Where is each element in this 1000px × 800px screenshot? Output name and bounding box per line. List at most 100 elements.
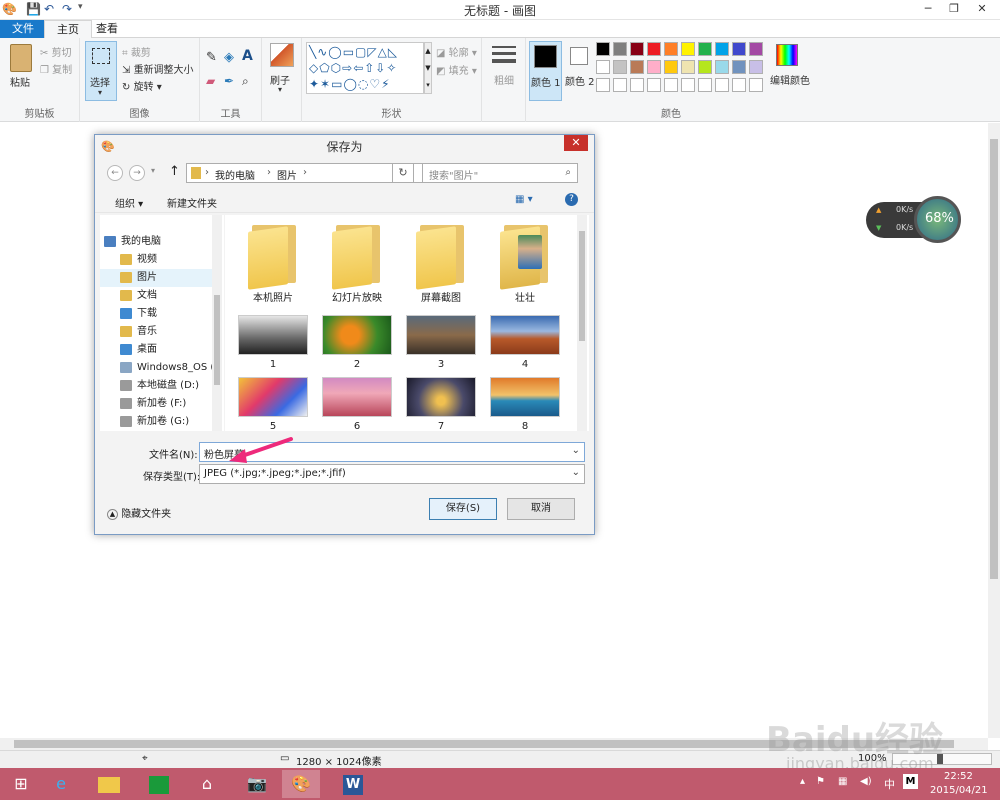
search-input[interactable]: 搜索"图片" ⌕ [422, 163, 578, 183]
cut-button[interactable]: ✂ 剪切 [40, 44, 72, 59]
empty-color-swatch[interactable] [681, 78, 695, 92]
nav-my-computer[interactable]: 我的电脑 [104, 233, 216, 251]
file-explorer-icon[interactable] [90, 770, 128, 798]
empty-color-swatch[interactable] [647, 78, 661, 92]
color1-button[interactable]: 颜色 1 [529, 41, 562, 101]
folder-item[interactable]: 本机照片 [237, 219, 309, 304]
cancel-button[interactable]: 取消 [507, 498, 575, 520]
organize-button[interactable]: 组织 ▾ [115, 195, 143, 210]
tab-view[interactable]: 查看 [84, 20, 130, 38]
save-button[interactable]: 保存(S) [429, 498, 497, 520]
paste-icon[interactable] [10, 44, 32, 72]
color-picker-icon[interactable]: ✒ [224, 74, 234, 88]
flag-icon[interactable]: ⚑ [816, 776, 825, 787]
color-swatch[interactable] [647, 42, 661, 56]
shapes-gallery[interactable]: ╲∿◯▭▢◸△◺ ◇⬠⬡⇨⇦⇧⇩✧ ✦✶▭◯◌♡⚡ [306, 42, 424, 94]
color-swatch[interactable] [596, 60, 610, 74]
rotate-button[interactable]: ↻ 旋转 ▾ [122, 78, 162, 93]
up-arrow-icon[interactable]: ↑ [169, 164, 180, 179]
recent-dropdown-icon[interactable]: ▾ [151, 166, 155, 175]
resize-button[interactable]: ⇲ 重新调整大小 [122, 61, 194, 76]
color-swatch[interactable] [630, 60, 644, 74]
color-swatch[interactable] [715, 60, 729, 74]
empty-color-swatch[interactable] [613, 78, 627, 92]
color2-button[interactable]: 颜色 2 [564, 41, 597, 101]
store-icon[interactable] [140, 770, 178, 798]
color-swatch[interactable] [698, 60, 712, 74]
home-icon[interactable]: ⌂ [188, 770, 226, 798]
color-swatch[interactable] [664, 42, 678, 56]
folder-item[interactable]: 幻灯片放映 [321, 219, 393, 304]
help-icon[interactable]: ? [565, 193, 578, 206]
breadcrumb-pictures[interactable]: 图片 [277, 167, 297, 182]
pencil-icon[interactable]: ✎ [206, 50, 217, 65]
empty-color-swatch[interactable] [732, 78, 746, 92]
network-icon[interactable]: ▦ [838, 776, 847, 787]
magnifier-icon[interactable]: ⌕ [242, 74, 249, 89]
crop-button[interactable]: ⌗ 裁剪 [122, 44, 151, 59]
camera-icon[interactable]: 📷 [238, 770, 276, 798]
color-swatch[interactable] [749, 42, 763, 56]
empty-color-swatch[interactable] [664, 78, 678, 92]
image-item[interactable]: 3 [405, 315, 477, 370]
folder-item[interactable]: 壮壮 [489, 219, 561, 304]
close-dialog-button[interactable]: ✕ [564, 135, 588, 151]
size-group[interactable]: 粗细 [482, 38, 526, 122]
text-tool-icon[interactable]: A [242, 48, 253, 64]
image-item[interactable]: 1 [237, 315, 309, 370]
network-speed-widget[interactable]: ▲ 0K/s ▼ 0K/s 68% [866, 196, 961, 244]
shapes-scroll[interactable]: ▲ ▼ ▾ [424, 42, 432, 94]
nav-scrollbar[interactable] [212, 215, 222, 431]
back-arrow-icon[interactable]: ← [107, 165, 123, 181]
select-button[interactable]: 选择 ▾ [85, 41, 117, 101]
hide-folders-toggle[interactable]: ▲ 隐藏文件夹 [107, 505, 171, 520]
ime-mode-icon[interactable]: M [903, 774, 918, 789]
refresh-button[interactable]: ↻ [392, 163, 414, 183]
eraser-icon[interactable]: ▰ [206, 74, 215, 88]
color-swatch[interactable] [596, 42, 610, 56]
empty-color-swatch[interactable] [715, 78, 729, 92]
color-swatch[interactable] [613, 60, 627, 74]
image-item[interactable]: 4 [489, 315, 561, 370]
empty-color-swatch[interactable] [698, 78, 712, 92]
clock-time[interactable]: 22:52 [944, 771, 973, 782]
restore-button[interactable]: ❐ [940, 0, 968, 18]
word-icon[interactable]: W [334, 770, 372, 798]
image-item[interactable]: 7 [405, 377, 477, 432]
edit-colors-button[interactable]: 编辑颜色 [770, 72, 810, 87]
brushes-group[interactable]: 刷子 ▾ [262, 38, 302, 122]
tab-file[interactable]: 文件 [0, 20, 46, 38]
color-swatch[interactable] [698, 42, 712, 56]
clock-date[interactable]: 2015/04/21 [930, 785, 988, 796]
empty-color-swatch[interactable] [596, 78, 610, 92]
file-list-scrollbar[interactable] [577, 215, 587, 431]
paint-taskbar-icon[interactable]: 🎨 [282, 770, 320, 798]
color-swatch[interactable] [647, 60, 661, 74]
new-folder-button[interactable]: 新建文件夹 [167, 195, 217, 210]
breadcrumb-my-computer[interactable]: 我的电脑 [215, 167, 255, 182]
color-swatch[interactable] [681, 60, 695, 74]
outline-button[interactable]: ◪ 轮廓 ▾ [436, 44, 477, 59]
vertical-scroll-thumb[interactable] [990, 139, 998, 579]
color-swatch[interactable] [732, 42, 746, 56]
minimize-button[interactable]: ─ [914, 0, 942, 18]
volume-icon[interactable]: ◀) [860, 776, 872, 787]
image-item[interactable]: 5 [237, 377, 309, 432]
file-list-scroll-thumb[interactable] [579, 231, 585, 341]
color-swatch[interactable] [613, 42, 627, 56]
color-swatch[interactable] [715, 42, 729, 56]
fill-bucket-icon[interactable]: ◈ [224, 50, 234, 65]
color-swatch[interactable] [630, 42, 644, 56]
image-item[interactable]: 6 [321, 377, 393, 432]
close-window-button[interactable]: ✕ [968, 0, 996, 18]
image-item[interactable]: 2 [321, 315, 393, 370]
fill-button[interactable]: ◩ 填充 ▾ [436, 62, 477, 77]
color-swatch[interactable] [732, 60, 746, 74]
empty-color-swatch[interactable] [749, 78, 763, 92]
empty-color-swatch[interactable] [630, 78, 644, 92]
ie-icon[interactable]: e [42, 770, 80, 798]
view-options-icon[interactable]: ▦ ▾ [515, 194, 533, 205]
paste-button[interactable]: 粘贴 [10, 74, 30, 89]
vertical-scrollbar[interactable] [988, 123, 1000, 738]
color-swatch[interactable] [664, 60, 678, 74]
